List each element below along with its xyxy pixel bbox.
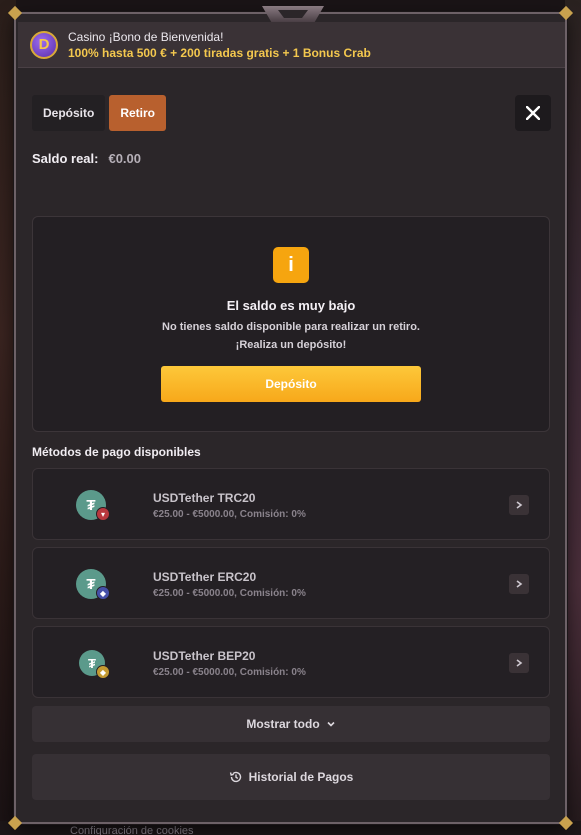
show-all-label: Mostrar todo bbox=[246, 717, 320, 731]
tron-icon: ▾ bbox=[96, 507, 110, 521]
low-balance-alert: i El saldo es muy bajo No tienes saldo d… bbox=[32, 216, 550, 432]
method-name: USDTether TRC20 bbox=[153, 491, 256, 505]
method-limits: €25.00 - €5000.00, Comisión: 0% bbox=[153, 667, 306, 678]
promo-title: Casino ¡Bono de Bienvenida! bbox=[68, 29, 224, 44]
balance-label: Saldo real: bbox=[32, 151, 99, 166]
balance-value: €0.00 bbox=[108, 151, 142, 166]
show-all-button[interactable]: Mostrar todo bbox=[32, 706, 550, 742]
alert-description-line: ¡Realiza un depósito! bbox=[235, 339, 347, 351]
payment-method-usdt-trc20[interactable]: ₮ ▾ USDTether TRC20 €25.00 - €5000.00, C… bbox=[32, 468, 550, 540]
chevron-down-icon bbox=[327, 721, 335, 727]
chevron-right-icon bbox=[509, 574, 529, 594]
cashier-tabs: Depósito Retiro bbox=[32, 95, 167, 131]
payment-method-usdt-erc20[interactable]: ₮ ◆ USDTether ERC20 €25.00 - €5000.00, C… bbox=[32, 547, 550, 619]
cookie-settings-link[interactable]: Configuración de cookies bbox=[70, 825, 194, 835]
alert-title: El saldo es muy bajo bbox=[226, 298, 356, 313]
payment-method-usdt-bep20[interactable]: ₮ ◆ USDTether BEP20 €25.00 - €5000.00, C… bbox=[32, 626, 550, 698]
deposit-button[interactable]: Depósito bbox=[161, 366, 421, 402]
dragon-coin-icon: D bbox=[30, 30, 58, 59]
method-name: USDTether BEP20 bbox=[153, 649, 256, 663]
real-balance: Saldo real: €0.00 bbox=[32, 151, 141, 166]
bnb-icon: ◆ bbox=[96, 665, 110, 679]
alert-description: No tienes saldo disponible para realizar… bbox=[162, 318, 420, 354]
background-page-right bbox=[565, 0, 581, 835]
payment-history-label: Historial de Pagos bbox=[248, 770, 354, 784]
tab-withdraw[interactable]: Retiro bbox=[109, 95, 167, 131]
ethereum-icon: ◆ bbox=[96, 586, 110, 600]
payment-history-button[interactable]: Historial de Pagos bbox=[32, 754, 550, 800]
payment-methods-title: Métodos de pago disponibles bbox=[32, 445, 201, 459]
chevron-right-icon bbox=[509, 495, 529, 515]
welcome-bonus-banner[interactable]: D Casino ¡Bono de Bienvenida! 100% hasta… bbox=[18, 22, 565, 68]
method-limits: €25.00 - €5000.00, Comisión: 0% bbox=[153, 509, 306, 520]
info-icon: i bbox=[273, 247, 309, 283]
chevron-right-icon bbox=[509, 653, 529, 673]
withdraw-modal: D Casino ¡Bono de Bienvenida! 100% hasta… bbox=[7, 5, 574, 831]
method-limits: €25.00 - €5000.00, Comisión: 0% bbox=[153, 588, 306, 599]
close-icon bbox=[526, 106, 540, 120]
promo-offer: 100% hasta 500 € + 200 tiradas gratis + … bbox=[68, 45, 371, 60]
close-button[interactable] bbox=[515, 95, 551, 131]
method-name: USDTether ERC20 bbox=[153, 570, 257, 584]
alert-description-line: No tienes saldo disponible para realizar… bbox=[162, 321, 420, 333]
tab-deposit[interactable]: Depósito bbox=[32, 95, 106, 131]
history-icon bbox=[229, 771, 241, 783]
